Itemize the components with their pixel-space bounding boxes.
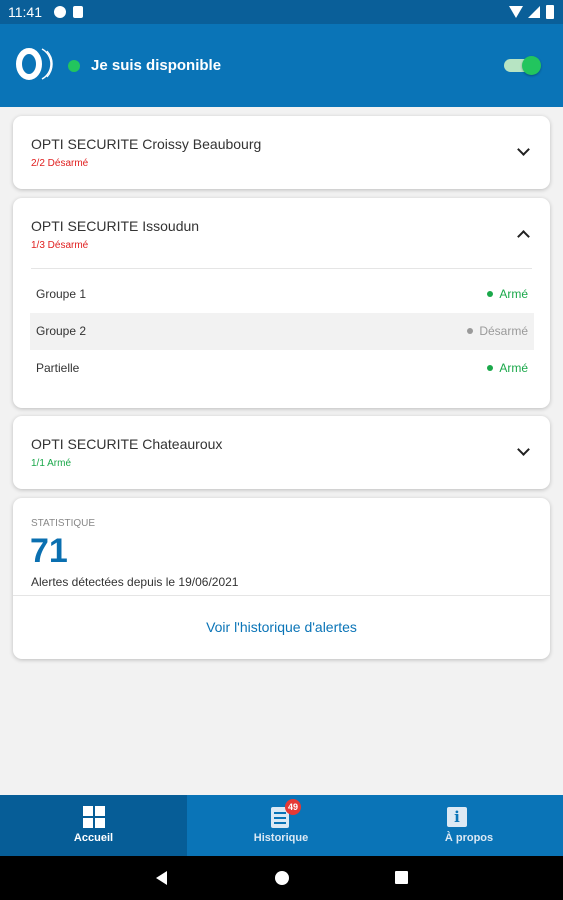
site-card-croissy-beaubourg[interactable]: OPTI SECURITE Croissy Beaubourg 2/2 Désa… [13,116,550,189]
back-icon[interactable] [156,871,167,885]
chevron-down-icon[interactable] [517,443,530,456]
group-state-label: Armé [499,287,528,301]
state-dot [487,364,494,371]
site-name: OPTI SECURITE Issoudun [31,218,200,234]
bottom-navigation: Accueil 49 Historique i À propos [0,795,563,856]
app-logo-icon [16,48,53,80]
statistics-card: STATISTIQUE 71 Alertes détectées depuis … [13,498,550,659]
group-state-label: Désarmé [479,324,528,338]
nav-tab-label: À propos [444,832,494,844]
wifi-icon [509,6,523,18]
availability-label: Je suis disponible [91,57,222,74]
alert-history-link[interactable]: Voir l'historique d'alertes [13,619,550,635]
info-icon: i [447,807,467,827]
site-card-issoudun[interactable]: OPTI SECURITE Issoudun 1/3 Désarmé Group… [13,198,550,408]
nav-tab-label: Historique [253,832,309,844]
nav-tab-historique[interactable]: 49 Historique [187,795,375,856]
alert-count-description: Alertes détectées depuis le 19/06/2021 [31,575,239,589]
divider [31,268,532,269]
signal-icon [528,6,540,18]
recent-apps-icon[interactable] [395,871,408,884]
statistics-label: STATISTIQUE [31,518,96,529]
group-row[interactable]: Groupe 1 Armé [30,276,534,313]
group-name: Partielle [36,361,80,375]
nav-tab-label: Accueil [73,832,114,844]
group-state: Désarmé [467,324,528,338]
site-name: OPTI SECURITE Chateauroux [31,436,223,452]
group-name: Groupe 1 [36,287,87,301]
divider [13,595,550,596]
group-state: Armé [487,361,528,375]
home-icon[interactable] [275,871,289,885]
chevron-up-icon[interactable] [517,230,530,243]
grid-icon [83,806,105,828]
group-row[interactable]: Partielle Armé [30,350,534,387]
alert-count: 71 [30,532,68,570]
toggle-thumb [522,56,541,75]
site-name: OPTI SECURITE Croissy Beaubourg [31,136,262,152]
sd-card-icon [73,6,83,18]
nav-tab-a-propos[interactable]: i À propos [375,795,563,856]
nav-tab-accueil[interactable]: Accueil [0,795,187,856]
site-status: 2/2 Désarmé [31,158,89,169]
state-dot [467,327,474,334]
chevron-down-icon[interactable] [517,143,530,156]
availability-toggle[interactable] [504,56,541,75]
status-time: 11:41 [8,4,42,20]
battery-icon [546,5,554,19]
status-bar: 11:41 [0,0,563,24]
state-dot [487,290,494,297]
system-navigation-bar [0,856,563,900]
group-name: Groupe 2 [36,324,87,338]
site-status: 1/1 Armé [31,458,72,469]
site-card-chateauroux[interactable]: OPTI SECURITE Chateauroux 1/1 Armé [13,416,550,489]
group-state: Armé [487,287,528,301]
group-row[interactable]: Groupe 2 Désarmé [30,313,534,350]
group-state-label: Armé [499,361,528,375]
availability-status-dot [68,60,80,72]
site-status: 1/3 Désarmé [31,240,89,251]
notification-badge: 49 [285,799,301,815]
app-bar: Je suis disponible [0,24,563,107]
notification-icon [54,6,66,18]
